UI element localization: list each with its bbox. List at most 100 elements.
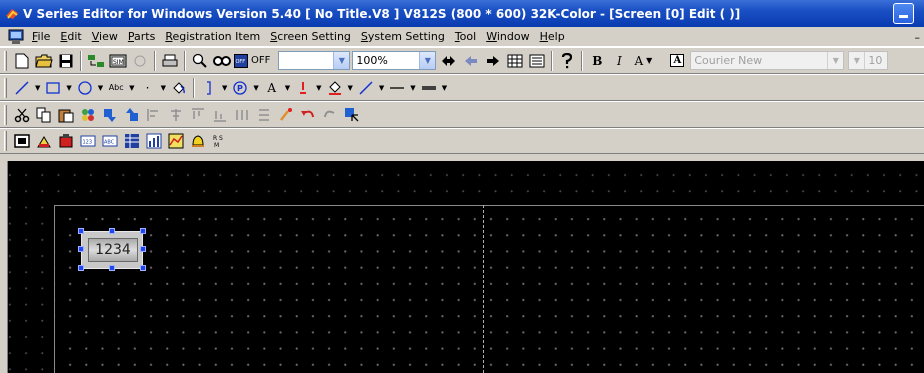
message-part-icon[interactable]: RSM bbox=[209, 130, 231, 152]
select-pointer-icon[interactable] bbox=[341, 104, 363, 126]
menu-edit[interactable]: Edit bbox=[56, 30, 87, 43]
chevron-down-icon[interactable]: ▼ bbox=[348, 84, 353, 92]
minimize-button[interactable] bbox=[893, 3, 914, 24]
toolbar-grip[interactable] bbox=[4, 131, 7, 151]
menu-screen-setting[interactable]: Screen Setting bbox=[266, 30, 357, 43]
text-color-icon[interactable]: A bbox=[261, 77, 283, 99]
goto-first-icon[interactable] bbox=[438, 50, 460, 72]
chevron-down-icon[interactable]: ▼ bbox=[161, 84, 166, 92]
chevron-down-icon[interactable]: ▼ bbox=[419, 52, 436, 69]
chevron-down-icon[interactable]: ▼ bbox=[442, 84, 447, 92]
menu-parts[interactable]: Parts bbox=[124, 30, 161, 43]
font-box-icon[interactable]: A bbox=[666, 50, 688, 72]
foreground-color-icon[interactable] bbox=[292, 77, 314, 99]
simulator-icon[interactable]: SIM bbox=[107, 50, 129, 72]
circle-tool-icon[interactable] bbox=[74, 77, 96, 99]
resize-handle-se[interactable] bbox=[140, 265, 146, 271]
grid-table-icon[interactable] bbox=[504, 50, 526, 72]
fill-color-icon[interactable] bbox=[324, 77, 346, 99]
off-state-icon[interactable]: OFF bbox=[233, 50, 249, 72]
group-icon[interactable] bbox=[77, 104, 99, 126]
menu-view[interactable]: View bbox=[88, 30, 124, 43]
help-question-icon[interactable] bbox=[556, 50, 578, 72]
menu-window[interactable]: Window bbox=[482, 30, 535, 43]
chevron-down-icon[interactable]: ▼ bbox=[827, 52, 844, 69]
zoom-search-icon[interactable] bbox=[189, 50, 211, 72]
toolbar-grip[interactable] bbox=[4, 104, 7, 125]
chevron-down-icon[interactable]: ▼ bbox=[222, 84, 227, 92]
state-select[interactable]: ▼ bbox=[278, 51, 351, 70]
document-window-icon[interactable] bbox=[8, 29, 24, 45]
copy-icon[interactable] bbox=[33, 104, 55, 126]
frame-part-icon[interactable] bbox=[11, 130, 33, 152]
arrow-left-icon[interactable] bbox=[460, 50, 482, 72]
resize-handle-sw[interactable] bbox=[78, 265, 84, 271]
character-part-icon[interactable]: ABC bbox=[99, 130, 121, 152]
chevron-down-icon[interactable]: ▼ bbox=[316, 84, 321, 92]
bracket-tool-icon[interactable] bbox=[198, 77, 220, 99]
resize-handle-w[interactable] bbox=[78, 246, 84, 252]
menu-help[interactable]: Help bbox=[536, 30, 571, 43]
chevron-down-icon[interactable]: ▼ bbox=[66, 84, 71, 92]
undo-icon[interactable] bbox=[297, 104, 319, 126]
send-back-icon[interactable] bbox=[121, 104, 143, 126]
toolbar-grip[interactable] bbox=[4, 77, 7, 98]
chevron-down-icon[interactable]: ▼ bbox=[35, 84, 40, 92]
lamp-part-icon[interactable] bbox=[55, 130, 77, 152]
menu-file[interactable]: File bbox=[28, 30, 56, 43]
print-icon[interactable] bbox=[159, 50, 181, 72]
resize-handle-nw[interactable] bbox=[78, 228, 84, 234]
line-style-icon[interactable] bbox=[386, 77, 408, 99]
chevron-down-icon[interactable]: ▼ bbox=[129, 84, 134, 92]
line-tool-icon[interactable] bbox=[11, 77, 33, 99]
text-tool-icon[interactable]: Abc bbox=[105, 77, 127, 99]
bold-button[interactable]: B bbox=[586, 50, 608, 72]
chevron-down-icon[interactable]: ▼ bbox=[379, 84, 384, 92]
view-glasses-icon[interactable] bbox=[211, 50, 233, 72]
menu-registration-item[interactable]: Registration Item bbox=[161, 30, 266, 43]
cut-icon[interactable] bbox=[11, 104, 33, 126]
resize-handle-ne[interactable] bbox=[140, 228, 146, 234]
dot-tool-icon[interactable]: · bbox=[137, 77, 159, 99]
mdi-minimize-button[interactable]: – bbox=[915, 31, 921, 44]
chevron-down-icon[interactable]: ▼ bbox=[849, 52, 866, 69]
chevron-down-icon[interactable]: ▼ bbox=[98, 84, 103, 92]
resize-handle-e[interactable] bbox=[140, 246, 146, 252]
resize-handle-n[interactable] bbox=[109, 228, 115, 234]
menu-tool[interactable]: Tool bbox=[451, 30, 482, 43]
save-icon[interactable] bbox=[55, 50, 77, 72]
switch-part-icon[interactable] bbox=[33, 130, 55, 152]
menu-system-setting[interactable]: System Setting bbox=[357, 30, 451, 43]
pattern-tool-icon[interactable]: P bbox=[229, 77, 251, 99]
chevron-down-icon[interactable]: ▼ bbox=[285, 84, 290, 92]
rectangle-tool-icon[interactable] bbox=[42, 77, 64, 99]
toolbar-grip[interactable] bbox=[4, 50, 7, 71]
chevron-down-icon[interactable]: ▼ bbox=[253, 84, 258, 92]
open-folder-icon[interactable] bbox=[33, 50, 55, 72]
pen-icon[interactable] bbox=[275, 104, 297, 126]
trend-part-icon[interactable] bbox=[165, 130, 187, 152]
zoom-select[interactable]: 100% ▼ bbox=[352, 51, 437, 70]
chevron-down-icon[interactable]: ▼ bbox=[410, 84, 415, 92]
italic-button[interactable]: I bbox=[608, 50, 630, 72]
arrow-right-icon[interactable] bbox=[482, 50, 504, 72]
numeric-display-part[interactable]: 1234 bbox=[78, 228, 146, 271]
line-color-icon[interactable] bbox=[355, 77, 377, 99]
chevron-down-icon[interactable]: ▼ bbox=[333, 52, 350, 69]
alarm-bell-icon[interactable] bbox=[187, 130, 209, 152]
bring-front-icon[interactable] bbox=[99, 104, 121, 126]
paste-icon[interactable] bbox=[55, 104, 77, 126]
graph-part-icon[interactable] bbox=[143, 130, 165, 152]
table-part-icon[interactable] bbox=[121, 130, 143, 152]
resize-handle-s[interactable] bbox=[109, 265, 115, 271]
list-icon[interactable] bbox=[526, 50, 548, 72]
font-size-button[interactable]: A ▼ bbox=[630, 50, 656, 72]
font-size-select[interactable]: 10 ▼ bbox=[848, 51, 889, 70]
numeric-part-icon[interactable]: 123 bbox=[77, 130, 99, 152]
paint-bucket-icon[interactable] bbox=[168, 77, 190, 99]
font-name-select[interactable]: Courier New ▼ bbox=[690, 51, 845, 70]
new-file-icon[interactable] bbox=[11, 50, 33, 72]
transfer-icon[interactable] bbox=[85, 50, 107, 72]
line-width-icon[interactable] bbox=[418, 77, 440, 99]
toolbar-separator bbox=[581, 50, 584, 71]
